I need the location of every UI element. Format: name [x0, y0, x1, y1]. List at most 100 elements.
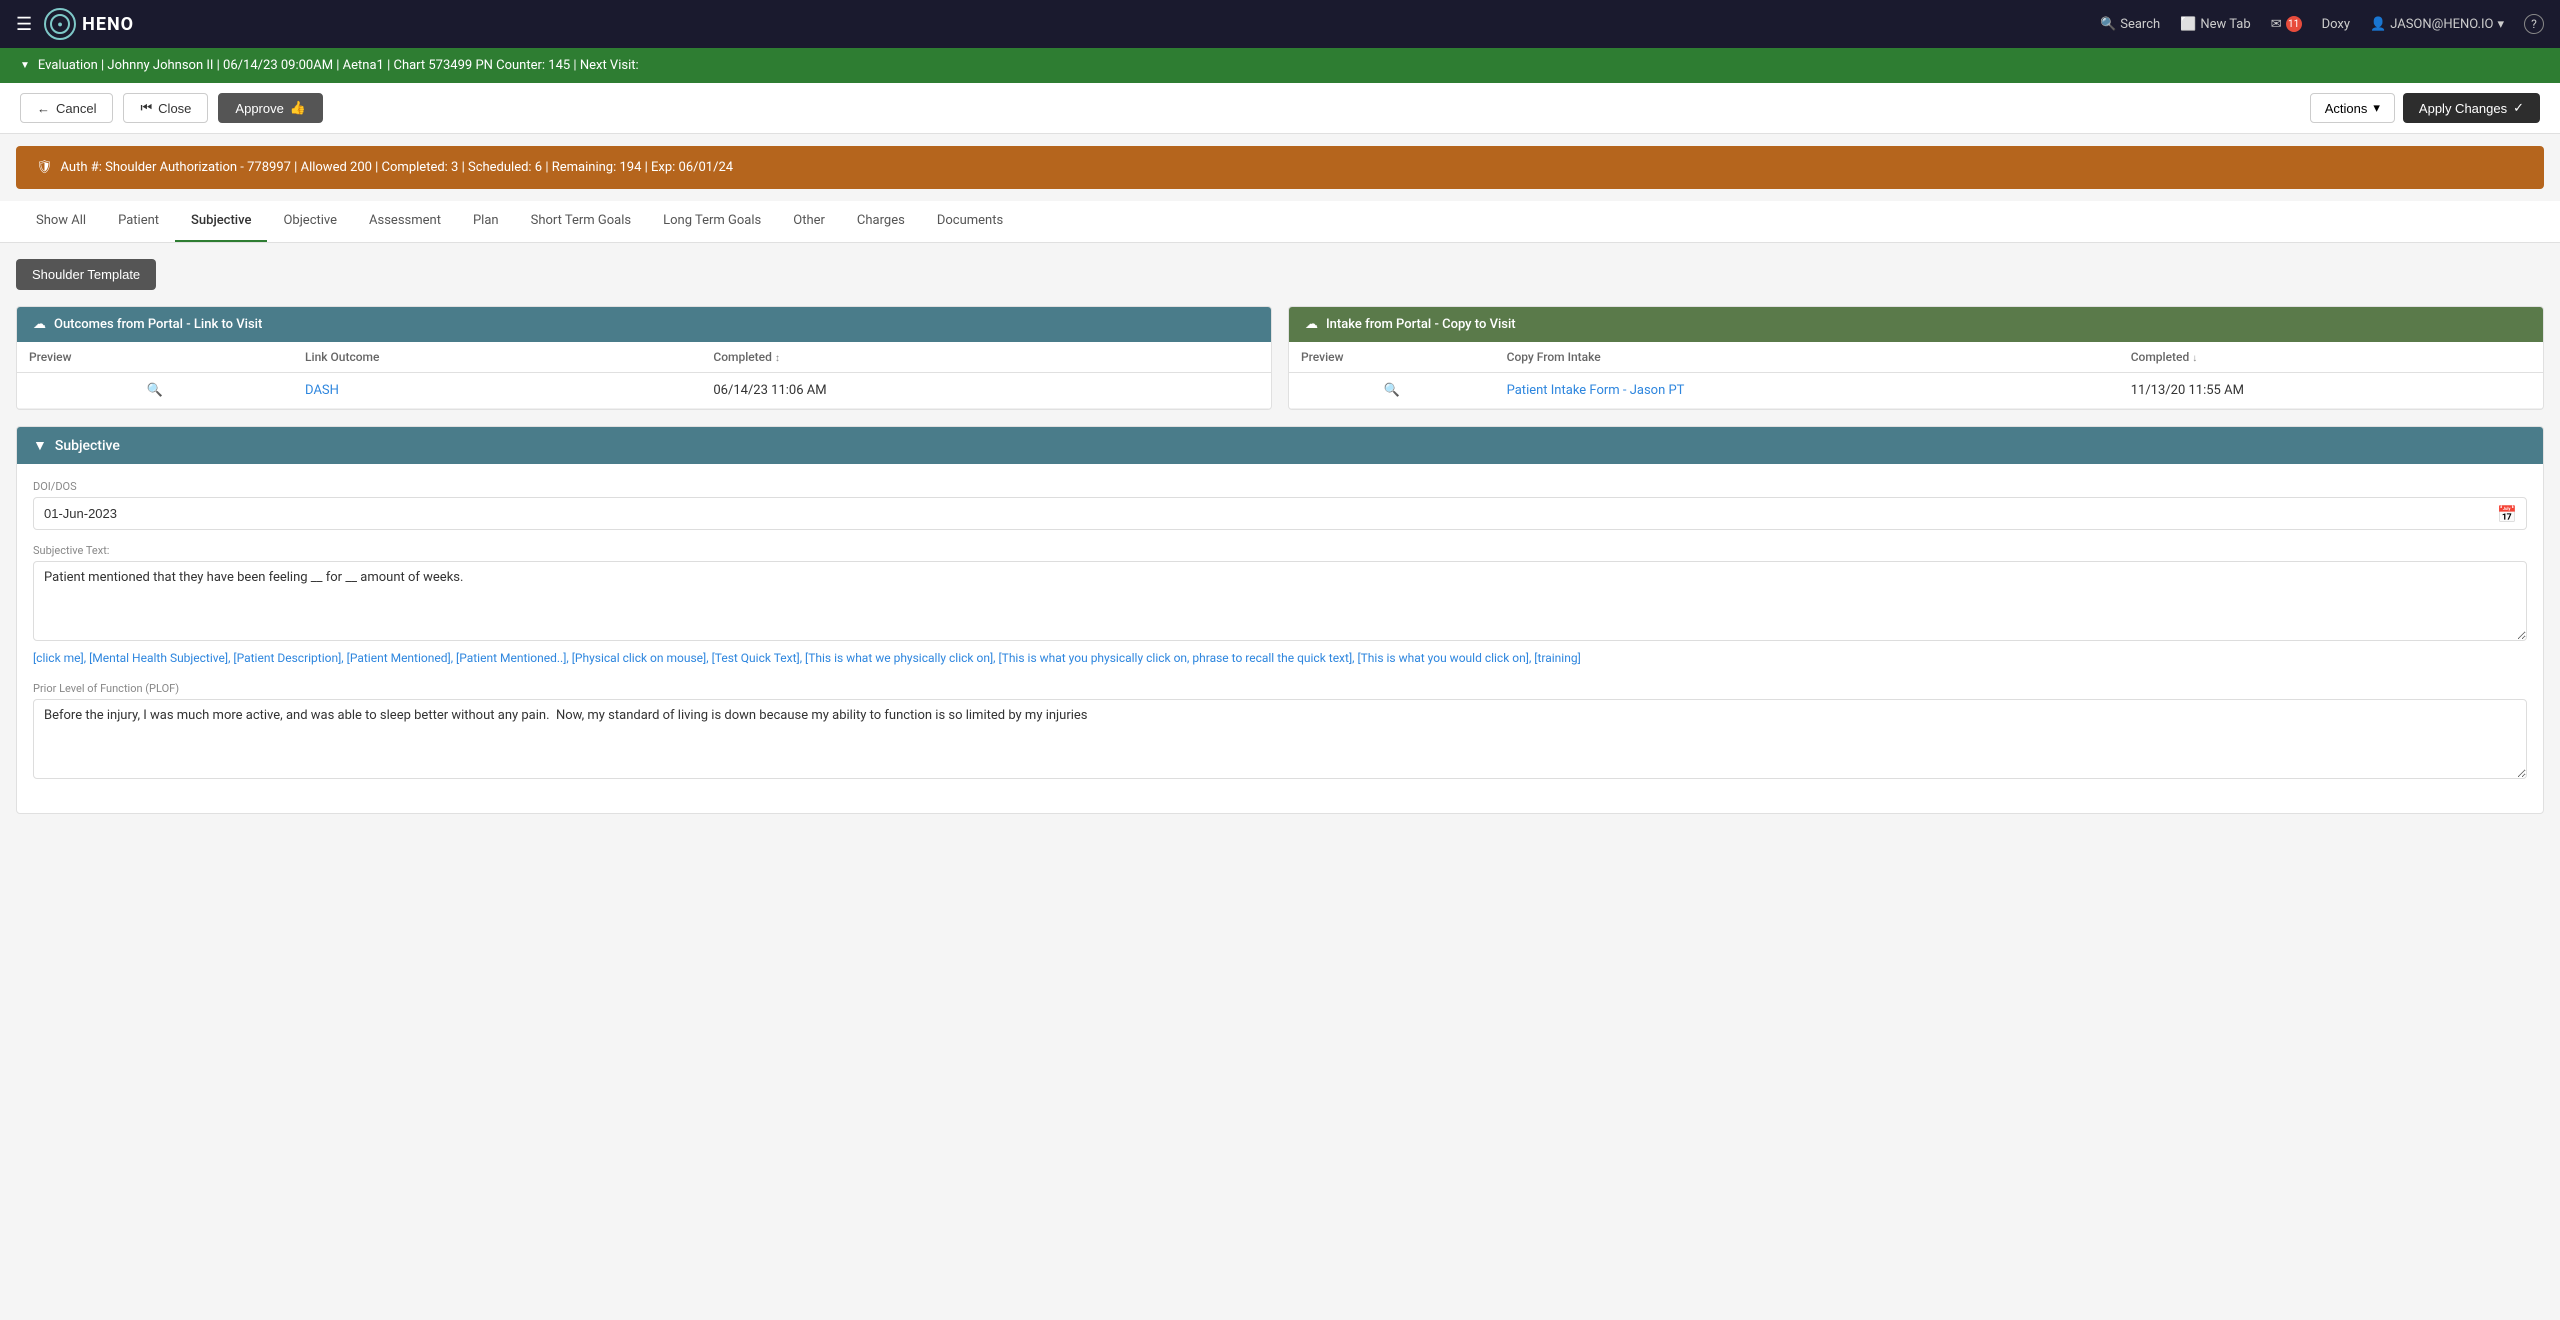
outcomes-cloud-icon: ☁	[33, 317, 46, 332]
approve-button[interactable]: Approve 👍	[218, 93, 323, 123]
intake-col-completed: Completed ↓	[2119, 342, 2543, 373]
table-row: 🔍 DASH 06/14/23 11:06 AM	[17, 373, 1271, 409]
subjective-collapse-icon: ▼	[33, 437, 47, 454]
auth-shield-icon: 🛡	[36, 160, 53, 175]
doi-dos-input[interactable]	[33, 497, 2527, 530]
nav-right: 🔍 Search ⬜ New Tab ✉ 11 Doxy 👤 JASON@HEN…	[2100, 14, 2544, 34]
intake-form-link[interactable]: Patient Intake Form - Jason PT	[1507, 383, 1685, 398]
plof-label: Prior Level of Function (PLOF)	[33, 682, 2527, 695]
tab-show-all[interactable]: Show All	[20, 201, 102, 242]
tab-objective[interactable]: Objective	[267, 201, 353, 242]
doi-dos-group: DOI/DOS 📅	[33, 480, 2527, 530]
sort-icon-intake: ↓	[2192, 353, 2197, 364]
intake-portal-card: ☁ Intake from Portal - Copy to Visit Pre…	[1288, 306, 2544, 410]
search-nav[interactable]: 🔍 Search	[2100, 17, 2160, 32]
outcomes-portal-header: ☁ Outcomes from Portal - Link to Visit	[17, 307, 1271, 342]
doi-dos-input-wrapper: 📅	[33, 497, 2527, 530]
quick-link-1[interactable]: [Mental Health Subjective]	[89, 651, 228, 665]
sort-icon: ↕	[775, 353, 780, 364]
quick-link-0[interactable]: [click me]	[33, 651, 84, 665]
outcomes-preview-cell[interactable]: 🔍	[17, 373, 293, 409]
tab-plan[interactable]: Plan	[457, 201, 515, 242]
logo-inner: ●	[50, 14, 70, 34]
outcomes-col-link: Link Outcome	[293, 342, 701, 373]
tab-documents[interactable]: Documents	[921, 201, 1019, 242]
close-icon: ⏮	[140, 100, 152, 116]
tabs-container: Show All Patient Subjective Objective As…	[0, 201, 2560, 243]
subjective-section-body: DOI/DOS 📅 Subjective Text: [click me], […	[17, 464, 2543, 813]
dash-link[interactable]: DASH	[305, 383, 339, 398]
quick-link-10[interactable]: [training]	[1534, 651, 1580, 665]
subjective-text-area[interactable]	[33, 561, 2527, 641]
intake-col-copy: Copy From Intake	[1495, 342, 2119, 373]
quick-link-9[interactable]: [This is what you would click on]	[1357, 651, 1528, 665]
quick-link-4[interactable]: [Patient Mentioned..]	[456, 651, 566, 665]
close-button[interactable]: ⏮ Close	[123, 93, 208, 123]
actions-button[interactable]: Actions ▾	[2310, 93, 2395, 123]
outcomes-completed-cell: 06/14/23 11:06 AM	[701, 373, 1271, 409]
outcomes-col-preview: Preview	[17, 342, 293, 373]
user-nav[interactable]: 👤 JASON@HENO.IO ▾	[2370, 17, 2504, 32]
table-row: 🔍 Patient Intake Form - Jason PT 11/13/2…	[1289, 373, 2543, 409]
toolbar: ← Cancel ⏮ Close Approve 👍 Actions ▾ App…	[0, 83, 2560, 134]
quick-links-container: [click me], [Mental Health Subjective], …	[33, 649, 2527, 668]
tab-short-term-goals[interactable]: Short Term Goals	[515, 201, 648, 242]
cancel-arrow-icon: ←	[37, 101, 50, 116]
intake-preview-cell[interactable]: 🔍	[1289, 373, 1495, 409]
eval-banner: ▼ Evaluation | Johnny Johnson II | 06/14…	[0, 48, 2560, 83]
hamburger-icon[interactable]: ☰	[16, 14, 32, 35]
messages-nav[interactable]: ✉ 11	[2271, 16, 2302, 32]
intake-cloud-icon: ☁	[1305, 317, 1318, 332]
toolbar-left: ← Cancel ⏮ Close Approve 👍	[20, 93, 323, 123]
portal-grid: ☁ Outcomes from Portal - Link to Visit P…	[16, 306, 2544, 410]
intake-completed-cell: 11/13/20 11:55 AM	[2119, 373, 2543, 409]
auth-banner-text: Auth #: Shoulder Authorization - 778997 …	[61, 160, 734, 175]
quick-link-6[interactable]: [Test Quick Text]	[712, 651, 800, 665]
subjective-text-label: Subjective Text:	[33, 544, 2527, 557]
heno-logo[interactable]: ● HENO	[44, 8, 134, 40]
apply-check-icon: ✓	[2513, 100, 2524, 116]
toolbar-right: Actions ▾ Apply Changes ✓	[2310, 93, 2540, 123]
quick-link-8[interactable]: [This is what you physically click on, p…	[998, 651, 1352, 665]
tab-other[interactable]: Other	[777, 201, 841, 242]
outcomes-table: Preview Link Outcome Completed ↕ 🔍 DASH	[17, 342, 1271, 409]
doxy-nav[interactable]: Doxy	[2322, 17, 2350, 32]
logo-circle: ●	[44, 8, 76, 40]
quick-link-5[interactable]: [Physical click on mouse]	[572, 651, 706, 665]
tab-long-term-goals[interactable]: Long Term Goals	[647, 201, 777, 242]
plof-textarea[interactable]	[33, 699, 2527, 779]
new-tab-nav[interactable]: ⬜ New Tab	[2180, 17, 2251, 32]
intake-copy-cell[interactable]: Patient Intake Form - Jason PT	[1495, 373, 2119, 409]
nav-left: ☰ ● HENO	[16, 8, 134, 40]
plof-group: Prior Level of Function (PLOF)	[33, 682, 2527, 783]
eval-banner-arrow: ▼	[20, 60, 30, 71]
tab-subjective[interactable]: Subjective	[175, 201, 267, 242]
apply-changes-button[interactable]: Apply Changes ✓	[2403, 93, 2540, 123]
actions-chevron-icon: ▾	[2373, 100, 2380, 116]
approve-thumb-icon: 👍	[290, 100, 306, 116]
top-nav: ☰ ● HENO 🔍 Search ⬜ New Tab ✉ 11 Doxy 👤 …	[0, 0, 2560, 48]
eval-banner-text: Evaluation | Johnny Johnson II | 06/14/2…	[38, 58, 639, 73]
subjective-section-header[interactable]: ▼ Subjective	[17, 427, 2543, 464]
tab-charges[interactable]: Charges	[841, 201, 921, 242]
quick-link-7[interactable]: [This is what we physically click on]	[805, 651, 993, 665]
intake-table: Preview Copy From Intake Completed ↓ 🔍 P…	[1289, 342, 2543, 409]
auth-banner: 🛡 Auth #: Shoulder Authorization - 77899…	[16, 146, 2544, 189]
intake-portal-header: ☁ Intake from Portal - Copy to Visit	[1289, 307, 2543, 342]
outcomes-col-completed: Completed ↕	[701, 342, 1271, 373]
main-content: Shoulder Template ☁ Outcomes from Portal…	[0, 243, 2560, 846]
shoulder-template-button[interactable]: Shoulder Template	[16, 259, 156, 290]
cancel-button[interactable]: ← Cancel	[20, 93, 113, 123]
tab-patient[interactable]: Patient	[102, 201, 175, 242]
intake-col-preview: Preview	[1289, 342, 1495, 373]
logo-text: HENO	[82, 14, 134, 35]
outcomes-portal-title: Outcomes from Portal - Link to Visit	[54, 317, 262, 332]
quick-link-3[interactable]: [Patient Mentioned]	[347, 651, 451, 665]
doi-dos-label: DOI/DOS	[33, 480, 2527, 493]
outcomes-link-cell[interactable]: DASH	[293, 373, 701, 409]
outcomes-portal-card: ☁ Outcomes from Portal - Link to Visit P…	[16, 306, 1272, 410]
help-nav[interactable]: ?	[2524, 14, 2544, 34]
tab-assessment[interactable]: Assessment	[353, 201, 457, 242]
quick-link-2[interactable]: [Patient Description]	[233, 651, 341, 665]
calendar-icon: 📅	[2497, 504, 2517, 523]
